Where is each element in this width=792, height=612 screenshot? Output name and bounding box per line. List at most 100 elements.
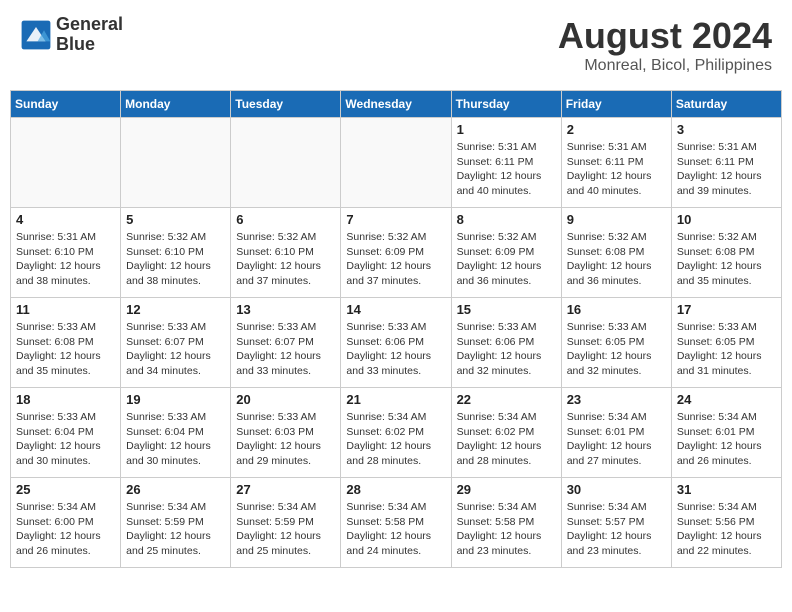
day-info: Sunrise: 5:33 AM Sunset: 6:04 PM Dayligh… — [16, 410, 115, 469]
calendar-cell: 31Sunrise: 5:34 AM Sunset: 5:56 PM Dayli… — [671, 478, 781, 568]
day-info: Sunrise: 5:33 AM Sunset: 6:04 PM Dayligh… — [126, 410, 225, 469]
day-info: Sunrise: 5:32 AM Sunset: 6:08 PM Dayligh… — [677, 230, 776, 289]
day-number: 25 — [16, 482, 115, 497]
calendar-cell: 4Sunrise: 5:31 AM Sunset: 6:10 PM Daylig… — [11, 208, 121, 298]
calendar-cell: 3 Sunrise: 5:31 AM Sunset: 6:11 PM Daylig… — [671, 118, 781, 208]
day-number: 17 — [677, 302, 776, 317]
day-info: Sunrise: 5:31 AM Sunset: 6:11 PM Dayligh… — [677, 140, 776, 199]
day-header-sunday: Sunday — [11, 91, 121, 118]
day-info: Sunrise: 5:33 AM Sunset: 6:07 PM Dayligh… — [236, 320, 335, 379]
day-info: Sunrise: 5:34 AM Sunset: 6:01 PM Dayligh… — [677, 410, 776, 469]
day-number: 11 — [16, 302, 115, 317]
calendar-cell: 19 Sunrise: 5:33 AM Sunset: 6:04 PM Dayli… — [121, 388, 231, 478]
day-info: Sunrise: 5:34 AM Sunset: 5:58 PM Dayligh… — [346, 500, 445, 559]
day-number: 8 — [457, 212, 556, 227]
day-info: Sunrise: 5:33 AM Sunset: 6:06 PM Dayligh… — [346, 320, 445, 379]
calendar-cell: 14 Sunrise: 5:33 AM Sunset: 6:06 PM Dayli… — [341, 298, 451, 388]
day-number: 7 — [346, 212, 445, 227]
day-info: Sunrise: 5:34 AM Sunset: 6:00 PM Dayligh… — [16, 500, 115, 559]
day-number: 27 — [236, 482, 335, 497]
day-number: 30 — [567, 482, 666, 497]
day-info: Sunrise: 5:32 AM Sunset: 6:09 PM Dayligh… — [457, 230, 556, 289]
day-number: 29 — [457, 482, 556, 497]
calendar-cell: 1 Sunrise: 5:31 AM Sunset: 6:11 PM Daylig… — [451, 118, 561, 208]
day-info: Sunrise: 5:34 AM Sunset: 6:02 PM Dayligh… — [457, 410, 556, 469]
day-header-thursday: Thursday — [451, 91, 561, 118]
calendar-week-3: 11Sunrise: 5:33 AM Sunset: 6:08 PM Dayli… — [11, 298, 782, 388]
page-header: General Blue August 2024 Monreal, Bicol,… — [10, 10, 782, 80]
calendar-week-1: 1 Sunrise: 5:31 AM Sunset: 6:11 PM Daylig… — [11, 118, 782, 208]
calendar-cell: 12Sunrise: 5:33 AM Sunset: 6:07 PM Dayli… — [121, 298, 231, 388]
day-number: 28 — [346, 482, 445, 497]
calendar-cell — [231, 118, 341, 208]
calendar-cell — [341, 118, 451, 208]
day-info: Sunrise: 5:31 AM Sunset: 6:11 PM Dayligh… — [457, 140, 556, 199]
day-info: Sunrise: 5:34 AM Sunset: 5:57 PM Dayligh… — [567, 500, 666, 559]
day-info: Sunrise: 5:33 AM Sunset: 6:05 PM Dayligh… — [677, 320, 776, 379]
calendar-cell: 22Sunrise: 5:34 AM Sunset: 6:02 PM Dayli… — [451, 388, 561, 478]
day-number: 19 — [126, 392, 225, 407]
day-number: 23 — [567, 392, 666, 407]
day-info: Sunrise: 5:31 AM Sunset: 6:11 PM Dayligh… — [567, 140, 666, 199]
day-info: Sunrise: 5:32 AM Sunset: 6:09 PM Dayligh… — [346, 230, 445, 289]
calendar-cell: 10 Sunrise: 5:32 AM Sunset: 6:08 PM Dayli… — [671, 208, 781, 298]
logo-icon — [20, 19, 52, 51]
calendar-cell: 21 Sunrise: 5:34 AM Sunset: 6:02 PM Dayli… — [341, 388, 451, 478]
calendar-cell: 20Sunrise: 5:33 AM Sunset: 6:03 PM Dayli… — [231, 388, 341, 478]
calendar-cell: 5 Sunrise: 5:32 AM Sunset: 6:10 PM Daylig… — [121, 208, 231, 298]
calendar-cell: 25 Sunrise: 5:34 AM Sunset: 6:00 PM Dayli… — [11, 478, 121, 568]
month-year: August 2024 — [558, 15, 772, 57]
calendar-cell: 18 Sunrise: 5:33 AM Sunset: 6:04 PM Dayli… — [11, 388, 121, 478]
calendar-cell: 26 Sunrise: 5:34 AM Sunset: 5:59 PM Dayli… — [121, 478, 231, 568]
day-number: 14 — [346, 302, 445, 317]
day-info: Sunrise: 5:32 AM Sunset: 6:10 PM Dayligh… — [236, 230, 335, 289]
day-number: 18 — [16, 392, 115, 407]
calendar-cell: 8 Sunrise: 5:32 AM Sunset: 6:09 PM Daylig… — [451, 208, 561, 298]
day-number: 10 — [677, 212, 776, 227]
day-number: 1 — [457, 122, 556, 137]
calendar-week-5: 25 Sunrise: 5:34 AM Sunset: 6:00 PM Dayli… — [11, 478, 782, 568]
day-header-monday: Monday — [121, 91, 231, 118]
day-info: Sunrise: 5:33 AM Sunset: 6:05 PM Dayligh… — [567, 320, 666, 379]
calendar-cell: 23 Sunrise: 5:34 AM Sunset: 6:01 PM Dayli… — [561, 388, 671, 478]
location: Monreal, Bicol, Philippines — [558, 57, 772, 75]
day-info: Sunrise: 5:34 AM Sunset: 5:58 PM Dayligh… — [457, 500, 556, 559]
day-info: Sunrise: 5:31 AM Sunset: 6:10 PM Dayligh… — [16, 230, 115, 289]
day-number: 15 — [457, 302, 556, 317]
day-number: 12 — [126, 302, 225, 317]
day-header-wednesday: Wednesday — [341, 91, 451, 118]
day-info: Sunrise: 5:33 AM Sunset: 6:06 PM Dayligh… — [457, 320, 556, 379]
title-block: August 2024 Monreal, Bicol, Philippines — [558, 15, 772, 75]
calendar-week-4: 18 Sunrise: 5:33 AM Sunset: 6:04 PM Dayli… — [11, 388, 782, 478]
day-number: 20 — [236, 392, 335, 407]
day-number: 24 — [677, 392, 776, 407]
calendar-cell: 9 Sunrise: 5:32 AM Sunset: 6:08 PM Daylig… — [561, 208, 671, 298]
day-number: 16 — [567, 302, 666, 317]
calendar-cell — [11, 118, 121, 208]
calendar-cell: 27 Sunrise: 5:34 AM Sunset: 5:59 PM Dayli… — [231, 478, 341, 568]
day-info: Sunrise: 5:34 AM Sunset: 6:02 PM Dayligh… — [346, 410, 445, 469]
calendar-cell: 11Sunrise: 5:33 AM Sunset: 6:08 PM Dayli… — [11, 298, 121, 388]
day-number: 5 — [126, 212, 225, 227]
day-info: Sunrise: 5:34 AM Sunset: 5:56 PM Dayligh… — [677, 500, 776, 559]
logo: General Blue — [20, 15, 123, 55]
calendar-table: SundayMondayTuesdayWednesdayThursdayFrid… — [10, 90, 782, 568]
day-number: 9 — [567, 212, 666, 227]
day-info: Sunrise: 5:32 AM Sunset: 6:10 PM Dayligh… — [126, 230, 225, 289]
calendar-cell: 7 Sunrise: 5:32 AM Sunset: 6:09 PM Daylig… — [341, 208, 451, 298]
day-number: 3 — [677, 122, 776, 137]
calendar-cell: 29 Sunrise: 5:34 AM Sunset: 5:58 PM Dayli… — [451, 478, 561, 568]
day-info: Sunrise: 5:34 AM Sunset: 5:59 PM Dayligh… — [126, 500, 225, 559]
calendar-cell: 17 Sunrise: 5:33 AM Sunset: 6:05 PM Dayli… — [671, 298, 781, 388]
calendar-week-2: 4Sunrise: 5:31 AM Sunset: 6:10 PM Daylig… — [11, 208, 782, 298]
day-number: 26 — [126, 482, 225, 497]
day-number: 21 — [346, 392, 445, 407]
day-header-saturday: Saturday — [671, 91, 781, 118]
day-info: Sunrise: 5:32 AM Sunset: 6:08 PM Dayligh… — [567, 230, 666, 289]
calendar-cell: 2Sunrise: 5:31 AM Sunset: 6:11 PM Daylig… — [561, 118, 671, 208]
calendar-cell — [121, 118, 231, 208]
calendar-cell: 30 Sunrise: 5:34 AM Sunset: 5:57 PM Dayli… — [561, 478, 671, 568]
day-info: Sunrise: 5:34 AM Sunset: 5:59 PM Dayligh… — [236, 500, 335, 559]
day-info: Sunrise: 5:34 AM Sunset: 6:01 PM Dayligh… — [567, 410, 666, 469]
calendar-cell: 13Sunrise: 5:33 AM Sunset: 6:07 PM Dayli… — [231, 298, 341, 388]
